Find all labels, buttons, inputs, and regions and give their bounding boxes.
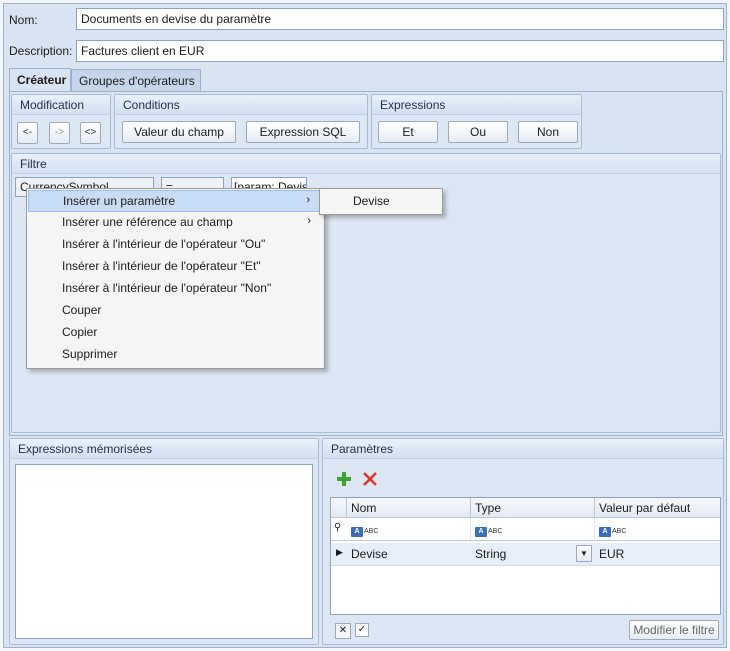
menu-item-delete[interactable]: Supprimer — [28, 344, 323, 366]
menu-item-insert-inside-not[interactable]: Insérer à l'intérieur de l'opérateur "No… — [28, 278, 323, 300]
filter-title: Filtre — [12, 154, 720, 174]
menu-item-cut[interactable]: Couper — [28, 300, 323, 322]
param-name-cell[interactable]: Devise — [347, 543, 471, 565]
row-indicator-icon: ▶ — [336, 547, 343, 557]
swap-button[interactable]: <> — [80, 122, 101, 144]
menu-item-insert-parameter[interactable]: Insérer un paramètre › — [28, 190, 323, 212]
chevron-right-icon: › — [306, 194, 310, 206]
conditions-title: Conditions — [115, 95, 367, 115]
and-button[interactable]: Et — [378, 121, 438, 143]
grid-filter-row: ⚲ A ABC A ABC A ABC — [331, 518, 720, 541]
param-default-cell[interactable]: EUR — [595, 543, 720, 565]
saved-expressions-list[interactable] — [15, 464, 313, 639]
name-label: Nom: — [9, 13, 38, 27]
filter-name-cell[interactable]: A ABC — [347, 518, 471, 540]
text-filter-icon: A — [599, 527, 611, 537]
enable-filter-checkbox[interactable]: ✓ — [355, 623, 369, 637]
expressions-title: Expressions — [372, 95, 581, 115]
param-type-text: String — [475, 547, 507, 561]
expressions-group: Expressions Et Ou Non — [371, 94, 582, 149]
modification-title: Modification — [12, 95, 110, 115]
chevron-right-icon: › — [307, 215, 311, 227]
param-type-cell[interactable]: String ▼ — [471, 543, 595, 565]
column-header-default[interactable]: Valeur par défaut — [595, 498, 720, 518]
parameters-title: Paramètres — [323, 439, 723, 459]
tab-createur[interactable]: Créateur — [9, 68, 71, 92]
chevron-down-icon[interactable]: ▼ — [576, 545, 592, 562]
field-value-button[interactable]: Valeur du champ — [122, 121, 236, 143]
saved-expressions-group: Expressions mémorisées — [9, 438, 319, 645]
text-filter-icon: A — [475, 527, 487, 537]
filter-type-cell[interactable]: A ABC — [471, 518, 595, 540]
delete-parameter-icon[interactable] — [361, 470, 379, 488]
move-left-button[interactable]: <- — [17, 122, 38, 144]
modify-filter-button[interactable]: Modifier le filtre — [629, 620, 719, 640]
or-button[interactable]: Ou — [448, 121, 508, 143]
parameter-submenu: Devise — [319, 188, 443, 215]
parameters-group: Paramètres Nom Type Valeur par défaut ⚲ … — [322, 438, 724, 645]
column-header-type[interactable]: Type — [471, 498, 595, 518]
submenu-item-devise[interactable]: Devise — [321, 191, 441, 213]
conditions-group: Conditions Valeur du champ Expression SQ… — [114, 94, 368, 149]
menu-item-insert-inside-and[interactable]: Insérer à l'intérieur de l'opérateur "Et… — [28, 256, 323, 278]
description-field[interactable]: Factures client en EUR — [76, 40, 724, 62]
menu-item-insert-inside-or[interactable]: Insérer à l'intérieur de l'opérateur "Ou… — [28, 234, 323, 256]
menu-item-insert-field-reference[interactable]: Insérer une référence au champ › — [28, 212, 323, 234]
add-parameter-icon[interactable] — [335, 470, 353, 488]
move-right-button[interactable]: -> — [49, 122, 70, 144]
not-button[interactable]: Non — [518, 121, 578, 143]
filter-row-key-icon: ⚲ — [334, 522, 342, 533]
parameters-grid: Nom Type Valeur par défaut ⚲ A ABC A ABC A… — [330, 497, 721, 615]
description-label: Description: — [9, 44, 73, 58]
clear-filter-icon[interactable]: ✕ — [335, 623, 351, 639]
filter-default-cell[interactable]: A ABC — [595, 518, 720, 540]
text-filter-icon: A — [351, 527, 363, 537]
context-menu: Insérer un paramètre › Insérer une référe… — [26, 188, 325, 369]
grid-corner — [331, 498, 347, 518]
filter-editor-window: Nom: Documents en devise du paramètre De… — [3, 3, 727, 648]
column-header-name[interactable]: Nom — [347, 498, 471, 518]
sql-expression-button[interactable]: Expression SQL — [246, 121, 360, 143]
tab-groupes-operateurs[interactable]: Groupes d'opérateurs — [71, 69, 201, 91]
table-row[interactable]: ▶ Devise String ▼ EUR — [331, 543, 720, 566]
saved-expressions-title: Expressions mémorisées — [10, 439, 318, 459]
menu-item-copy[interactable]: Copier — [28, 322, 323, 344]
modification-group: Modification <- -> <> — [11, 94, 111, 149]
name-field[interactable]: Documents en devise du paramètre — [76, 8, 724, 30]
